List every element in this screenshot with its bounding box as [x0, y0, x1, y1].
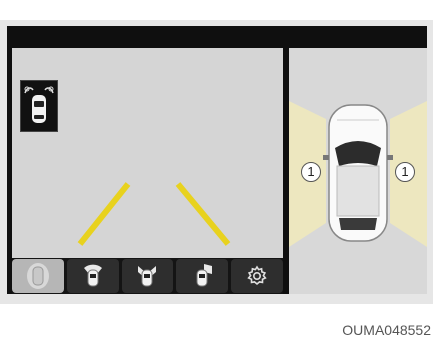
rear-side-view-button[interactable] — [121, 259, 174, 293]
all-views-button[interactable] — [12, 259, 64, 293]
rear-camera-view[interactable] — [12, 48, 283, 258]
rear-view-button[interactable] — [66, 259, 119, 293]
settings-button[interactable] — [231, 259, 283, 293]
mini-car-icon — [24, 86, 54, 123]
view-indicator-thumbnail — [20, 80, 58, 132]
car-rear-view-icon — [83, 264, 102, 287]
gear-icon — [247, 265, 267, 286]
top-down-view[interactable]: 1 1 — [289, 48, 427, 294]
side-view-button[interactable] — [176, 259, 229, 293]
left-guide-line — [77, 182, 131, 246]
car-side-view-icon — [196, 264, 213, 287]
car-all-views-icon — [26, 263, 49, 289]
view-mode-button-bar — [12, 258, 283, 294]
left-zone-number: 1 — [301, 162, 321, 182]
figure-code: OUMA048552 — [342, 322, 431, 338]
car-rear-side-view-icon — [138, 266, 157, 287]
right-zone-number: 1 — [395, 162, 415, 182]
car-top-icon — [323, 104, 393, 242]
top-band — [0, 0, 433, 20]
right-guide-line — [175, 182, 231, 246]
